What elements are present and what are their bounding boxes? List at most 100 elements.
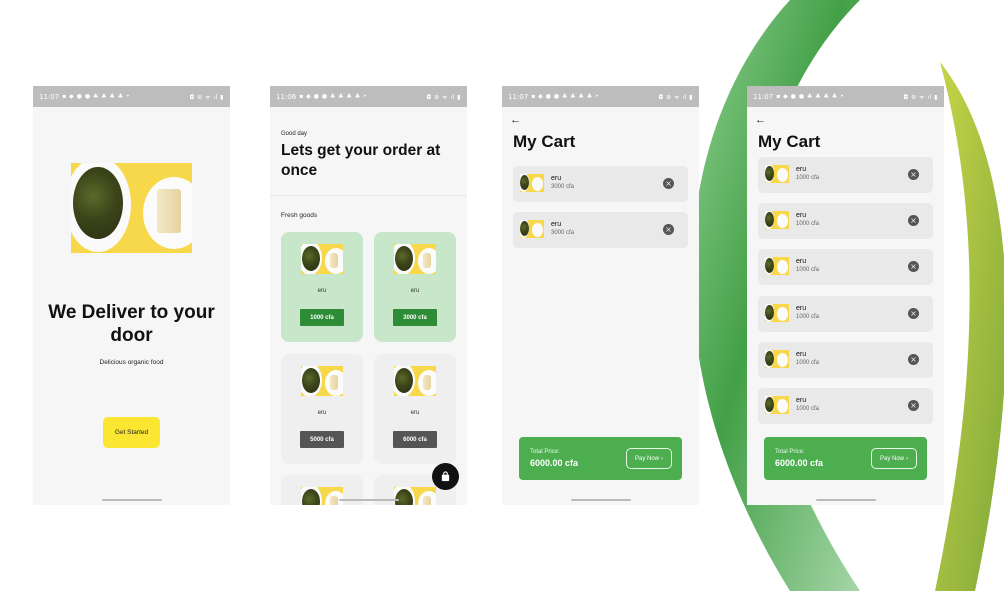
add-to-cart-button[interactable]: 5000 cfa xyxy=(300,431,344,448)
notification-icons: ▪ ◆ ● ● ♣ ♣ ♣ ♣ • xyxy=(776,93,845,100)
product-name: eru xyxy=(317,410,327,416)
product-image xyxy=(520,220,544,238)
remove-item-button[interactable]: × xyxy=(908,308,919,319)
cancel-icon: × xyxy=(910,170,917,179)
cancel-icon: × xyxy=(910,355,917,364)
total-label: Total Price: xyxy=(775,449,805,455)
shopping-bag-icon xyxy=(441,471,450,482)
phone-cart-full: 11:07 ▪ ◆ ● ● ♣ ♣ ♣ ♣ • ◘ ⊛ ᯤ ıl ▮ ← My … xyxy=(747,86,944,505)
get-started-button[interactable]: Get Started xyxy=(103,417,160,448)
remove-item-button[interactable]: × xyxy=(908,261,919,272)
status-time: 11:07 xyxy=(753,92,774,101)
product-card[interactable]: eru 1000 cfa xyxy=(281,232,363,342)
pay-now-button[interactable]: Pay Now › xyxy=(871,448,917,469)
item-price: 1000 cfa xyxy=(796,406,820,412)
cancel-icon: × xyxy=(910,401,917,410)
pay-now-button[interactable]: Pay Now › xyxy=(626,448,672,469)
item-name: eru xyxy=(796,212,807,219)
status-time: 11:07 xyxy=(39,92,60,101)
product-image xyxy=(765,165,789,183)
status-bar: 11:07 ▪ ◆ ● ● ♣ ♣ ♣ ♣ • ◘ ⊛ ᯤ ıl ▮ xyxy=(502,86,699,107)
cart-item: eru 3000 cfa × xyxy=(513,166,688,202)
arrow-left-icon: ← xyxy=(510,114,521,126)
add-to-cart-button[interactable]: 1000 cfa xyxy=(300,309,344,326)
status-time: 11:07 xyxy=(508,92,529,101)
add-to-cart-button[interactable]: 6000 cfa xyxy=(393,431,437,448)
remove-item-button[interactable]: × xyxy=(908,354,919,365)
product-card[interactable]: eru 6000 cfa xyxy=(374,354,456,464)
item-name: eru xyxy=(796,351,807,358)
add-to-cart-button[interactable]: 3000 cfa xyxy=(393,309,437,326)
cancel-icon: × xyxy=(665,179,672,188)
cancel-icon: × xyxy=(910,309,917,318)
item-price: 1000 cfa xyxy=(796,267,820,273)
greeting-text: Good day xyxy=(281,131,308,137)
item-price: 1000 cfa xyxy=(796,314,820,320)
product-card[interactable]: eru 5000 cfa xyxy=(281,354,363,464)
product-image xyxy=(765,350,789,368)
total-panel: Total Price: 6000.00 cfa Pay Now › xyxy=(519,437,682,480)
home-indicator[interactable] xyxy=(101,499,162,501)
product-name: eru xyxy=(317,288,327,294)
home-indicator[interactable] xyxy=(570,499,631,501)
home-title: Lets get your order at once xyxy=(281,142,441,179)
item-price: 3000 cfa xyxy=(551,230,575,236)
cart-item: eru 1000 cfa × xyxy=(758,296,933,332)
cancel-icon: × xyxy=(910,262,917,271)
cart-item: eru 1000 cfa × xyxy=(758,388,933,424)
item-price: 3000 cfa xyxy=(551,184,575,190)
home-indicator[interactable] xyxy=(815,499,876,501)
section-title: Fresh goods xyxy=(281,212,318,219)
product-image xyxy=(301,366,343,396)
product-image xyxy=(394,366,436,396)
total-panel: Total Price: 6000.00 cfa Pay Now › xyxy=(764,437,927,480)
pay-now-label: Pay Now xyxy=(879,455,904,462)
cancel-icon: × xyxy=(665,225,672,234)
phone-welcome: 11:07 ▪ ◆ ● ● ♣ ♣ ♣ ♣ • ◘ ⊛ ᯤ ıl ▮ We De… xyxy=(33,86,230,505)
remove-item-button[interactable]: × xyxy=(908,215,919,226)
total-label: Total Price: xyxy=(530,449,560,455)
item-name: eru xyxy=(796,258,807,265)
product-image xyxy=(520,174,544,192)
item-name: eru xyxy=(796,397,807,404)
item-name: eru xyxy=(551,175,562,182)
product-image xyxy=(765,304,789,322)
cart-title: My Cart xyxy=(513,132,576,151)
product-card[interactable]: eru 3000 cfa xyxy=(374,232,456,342)
product-name: eru xyxy=(410,410,420,416)
phone-home: 11:06 ▪ ◆ ● ● ♣ ♣ ♣ ♣ • ◘ ⊛ ᯤ ıl ▮ Good … xyxy=(270,86,467,505)
welcome-headline: We Deliver to your door xyxy=(48,302,215,346)
arrow-left-icon: ← xyxy=(755,114,766,126)
item-name: eru xyxy=(796,305,807,312)
home-indicator[interactable] xyxy=(338,499,399,501)
system-icons: ◘ ⊛ ᯤ ıl ▮ xyxy=(658,93,693,101)
chevron-right-icon: › xyxy=(906,455,908,462)
system-icons: ◘ ⊛ ᯤ ıl ▮ xyxy=(426,93,461,101)
system-icons: ◘ ⊛ ᯤ ıl ▮ xyxy=(903,93,938,101)
back-button[interactable]: ← xyxy=(755,114,766,126)
status-bar: 11:07 ▪ ◆ ● ● ♣ ♣ ♣ ♣ • ◘ ⊛ ᯤ ıl ▮ xyxy=(33,86,230,107)
notification-icons: ▪ ◆ ● ● ♣ ♣ ♣ ♣ • xyxy=(531,93,600,100)
remove-item-button[interactable]: × xyxy=(908,400,919,411)
cart-item: eru 1000 cfa × xyxy=(758,203,933,239)
product-image xyxy=(765,211,789,229)
remove-item-button[interactable]: × xyxy=(663,224,674,235)
product-image xyxy=(394,244,436,274)
back-button[interactable]: ← xyxy=(510,114,521,126)
status-bar: 11:07 ▪ ◆ ● ● ♣ ♣ ♣ ♣ • ◘ ⊛ ᯤ ıl ▮ xyxy=(747,86,944,107)
item-name: eru xyxy=(796,166,807,173)
notification-icons: ▪ ◆ ● ● ♣ ♣ ♣ ♣ • xyxy=(62,93,131,100)
item-price: 1000 cfa xyxy=(796,360,820,366)
product-name: eru xyxy=(410,288,420,294)
remove-item-button[interactable]: × xyxy=(663,178,674,189)
total-value: 6000.00 cfa xyxy=(775,458,824,468)
cart-item: eru 1000 cfa × xyxy=(758,342,933,378)
pay-now-label: Pay Now xyxy=(634,455,659,462)
status-time: 11:06 xyxy=(276,92,297,101)
remove-item-button[interactable]: × xyxy=(908,169,919,180)
notification-icons: ▪ ◆ ● ● ♣ ♣ ♣ ♣ • xyxy=(299,93,368,100)
cart-fab-button[interactable] xyxy=(432,463,459,490)
product-image xyxy=(765,257,789,275)
item-price: 1000 cfa xyxy=(796,175,820,181)
phone-cart: 11:07 ▪ ◆ ● ● ♣ ♣ ♣ ♣ • ◘ ⊛ ᯤ ıl ▮ ← My … xyxy=(502,86,699,505)
